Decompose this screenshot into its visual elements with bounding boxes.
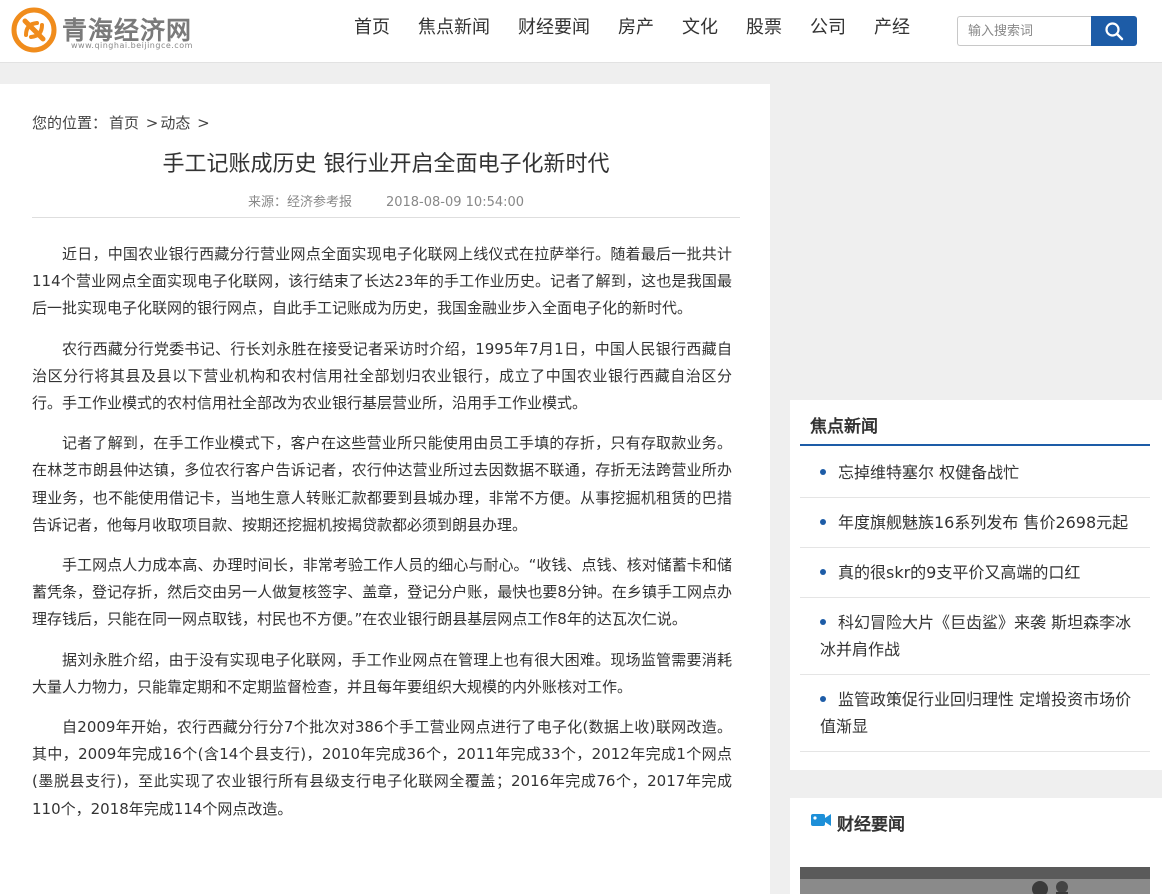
article-paragraph: 农行西藏分行党委书记、行长刘永胜在接受记者采访时介绍，1995年7月1日，中国人… (32, 339, 732, 413)
article-paragraph: 据刘永胜介绍，由于没有实现电子化联网，手工作业网点在管理上也有很大困难。现场监管… (32, 650, 732, 696)
logo-mark-icon (11, 7, 57, 53)
bullet-icon (820, 468, 826, 475)
nav-item-industry[interactable]: 产经 (860, 14, 924, 44)
breadcrumb: 您的位置： 首页 > 动态 > (32, 112, 212, 133)
site-logo[interactable]: 青海经济网 www.qinghai.beijingce.com (11, 7, 201, 53)
nav-item-home[interactable]: 首页 (340, 14, 404, 44)
search-icon (1105, 22, 1124, 41)
focus-news-item-label: 科幻冒险大片《巨齿鲨》来袭 斯坦森李冰冰并肩作战 (820, 613, 1132, 659)
nav-item-culture[interactable]: 文化 (668, 14, 732, 44)
focus-news-list: 忘掉维特塞尔 权健备战忙 年度旗舰魅族16系列发布 售价2698元起 真的很sk… (800, 448, 1150, 752)
article-source: 来源：经济参考报 (247, 195, 352, 210)
site-header: 青海经济网 www.qinghai.beijingce.com 首页 焦点新闻 … (0, 0, 1162, 63)
article-paragraph: 近日，中国农业银行西藏分行营业网点全面实现电子化联网上线仪式在拉萨举行。随着最后… (32, 245, 732, 318)
breadcrumb-separator: > (141, 114, 159, 132)
nav-item-finance-news[interactable]: 财经要闻 (504, 14, 604, 44)
nav-item-stocks[interactable]: 股票 (732, 14, 796, 44)
search-button[interactable] (1091, 16, 1137, 46)
article-paragraph: 手工网点人力成本高、办理时间长，非常考验工作人员的细心与耐心。“收钱、点钱、核对… (32, 556, 732, 629)
bullet-icon (820, 618, 826, 625)
finance-news-panel: 财经要闻 (790, 798, 1162, 894)
video-camera-icon (811, 814, 831, 826)
breadcrumb-section[interactable]: 动态 (160, 114, 190, 132)
focus-news-item-label: 真的很skr的9支平价又高端的口红 (838, 563, 1081, 582)
article-date: 2018-08-09 10:54:00 (385, 195, 525, 210)
news-photo (800, 867, 1150, 894)
breadcrumb-separator: > (192, 114, 210, 132)
article-container: 您的位置： 首页 > 动态 > 手工记账成历史 银行业开启全面电子化新时代 来源：经… (0, 84, 770, 894)
finance-news-title: 财经要闻 (837, 815, 905, 835)
logo-url: www.qinghai.beijingce.com (71, 41, 193, 50)
bullet-icon (820, 568, 826, 575)
focus-news-title: 焦点新闻 (810, 417, 878, 437)
focus-news-item[interactable]: 监管政策促行业回归理性 定增投资市场价值渐显 (800, 675, 1150, 752)
nav-item-focus-news[interactable]: 焦点新闻 (404, 14, 504, 44)
breadcrumb-home[interactable]: 首页 (109, 114, 139, 132)
nav-item-company[interactable]: 公司 (796, 14, 860, 44)
focus-news-item-label: 监管政策促行业回归理性 定增投资市场价值渐显 (820, 690, 1132, 736)
article-meta: 来源：经济参考报 2018-08-09 10:54:00 (32, 191, 740, 210)
focus-news-item[interactable]: 年度旗舰魅族16系列发布 售价2698元起 (800, 498, 1150, 548)
finance-news-image[interactable] (800, 867, 1150, 894)
focus-news-item[interactable]: 忘掉维特塞尔 权健备战忙 (800, 448, 1150, 498)
main-nav: 首页 焦点新闻 财经要闻 房产 文化 股票 公司 产经 (340, 14, 924, 44)
article-paragraph: 记者了解到，在手工作业模式下，客户在这些营业所只能使用由员工手填的存折，只有存取… (32, 434, 732, 534)
bullet-icon (820, 695, 826, 702)
article-title: 手工记账成历史 银行业开启全面电子化新时代 (162, 152, 610, 177)
focus-news-header: 焦点新闻 (800, 400, 1150, 446)
search-box (957, 16, 1137, 46)
finance-news-header: 财经要闻 (800, 798, 1150, 844)
article-body: 近日，中国农业银行西藏分行营业网点全面实现电子化联网上线仪式在拉萨举行。随着最后… (32, 241, 732, 836)
focus-news-panel: 焦点新闻 忘掉维特塞尔 权健备战忙 年度旗舰魅族16系列发布 售价2698元起 … (790, 400, 1162, 770)
article-paragraph: 自2009年开始，农行西藏分行分7个批次对386个手工营业网点进行了电子化(数据… (32, 718, 732, 818)
focus-news-item-label: 年度旗舰魅族16系列发布 售价2698元起 (838, 513, 1129, 532)
title-divider (32, 217, 740, 218)
focus-news-item-label: 忘掉维特塞尔 权健备战忙 (838, 463, 1020, 482)
focus-news-item[interactable]: 真的很skr的9支平价又高端的口红 (800, 548, 1150, 598)
focus-news-item[interactable]: 科幻冒险大片《巨齿鲨》来袭 斯坦森李冰冰并肩作战 (800, 598, 1150, 675)
breadcrumb-label: 您的位置： (32, 114, 108, 132)
bullet-icon (820, 518, 826, 525)
search-input[interactable] (957, 16, 1091, 46)
nav-item-real-estate[interactable]: 房产 (604, 14, 668, 44)
